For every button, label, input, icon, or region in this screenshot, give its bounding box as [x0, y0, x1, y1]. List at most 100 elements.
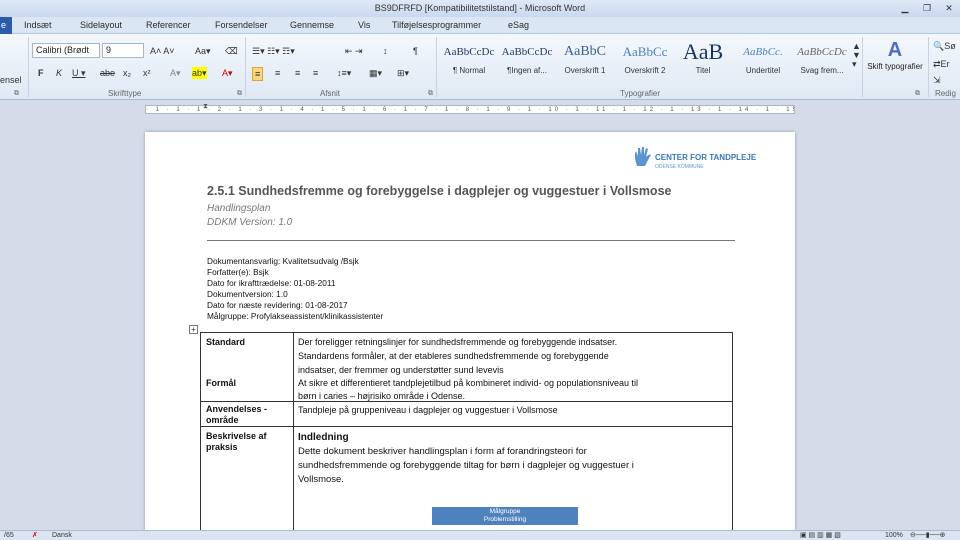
status-bar: /65 ✗ Dansk ▣ ▤ ▥ ▦ ▧ 100% ⊖──▮──⊕ — [0, 530, 960, 540]
line-spacing-icon[interactable]: ↕≡▾ — [337, 67, 351, 79]
view-buttons-icon[interactable]: ▣ ▤ ▥ ▦ ▧ — [800, 531, 841, 540]
clipboard-label[interactable]: ensel — [0, 74, 22, 86]
superscript-icon[interactable]: x² — [143, 67, 151, 79]
logo: CENTER FOR TANDPLEJE ODENSE KOMMUNE — [633, 146, 763, 176]
indledning-heading: Indledning — [298, 432, 349, 443]
meta-line: Dato for næste revidering: 01-08-2017 — [207, 300, 348, 310]
tab-forsendelser[interactable]: Forsendelser — [215, 19, 268, 32]
align-right-icon[interactable]: ≡ — [295, 67, 300, 79]
info-table: Standard Der foreligger retningslinjer f… — [200, 332, 733, 532]
style-preview: AaBbC — [564, 44, 606, 59]
language-indicator[interactable]: Dansk — [52, 531, 72, 540]
font-size-box[interactable]: 9 — [102, 43, 144, 58]
document-page[interactable]: CENTER FOR TANDPLEJE ODENSE KOMMUNE 2.5.… — [145, 132, 795, 532]
beskrivelse-label: Beskrivelse af — [206, 431, 267, 441]
formaal-text: At sikre et differentieret tandplejetilb… — [298, 378, 639, 388]
flow-box: Målgruppe Problemstilling — [432, 507, 578, 525]
logo-subtext: ODENSE KOMMUNE — [655, 164, 704, 170]
highlight-icon[interactable]: ab▾ — [192, 67, 207, 79]
document-title: 2.5.1 Sundhedsfremme og forebyggelse i d… — [207, 184, 672, 198]
style-label: Titel — [695, 66, 711, 75]
tab-referencer[interactable]: Referencer — [146, 19, 191, 32]
change-case-icon[interactable]: Aa▾ — [195, 45, 211, 57]
text-effects-icon[interactable]: A▾ — [170, 67, 181, 79]
font-color-icon[interactable]: A▾ — [222, 67, 233, 79]
logo-text: CENTER FOR TANDPLEJE — [655, 153, 757, 162]
horizontal-ruler[interactable]: · 1 · 1 · 1 · 2 · 1 · 3 · 1 · 4 · 1 · 5 … — [145, 105, 795, 114]
zoom-level[interactable]: 100% — [885, 531, 903, 540]
paragraph-launcher-icon[interactable]: ⧉ — [428, 90, 433, 98]
separator — [436, 37, 437, 97]
page-count[interactable]: /65 — [4, 531, 14, 540]
zoom-slider[interactable]: ⊖──▮──⊕ — [910, 531, 945, 540]
replace-label: Er — [940, 59, 950, 69]
tab-sidelayout[interactable]: Sidelayout — [80, 19, 122, 32]
sort-icon[interactable]: ↕ — [383, 45, 388, 57]
divider — [207, 240, 735, 241]
table-divider — [201, 401, 732, 402]
pilcrow-icon[interactable]: ¶ — [413, 45, 418, 57]
window-controls: ▁ ❐ ✕ — [894, 0, 960, 17]
bold-icon[interactable]: F — [38, 67, 44, 79]
style-heading-2[interactable]: AaBbCc Overskrift 2 — [616, 38, 674, 82]
style-title[interactable]: AaB Titel — [674, 38, 732, 82]
separator — [245, 37, 246, 97]
styles-scroll-icon[interactable]: ▲ ▼ ▾ — [852, 42, 861, 69]
style-normal[interactable]: AaBbCcDc ¶ Normal — [440, 38, 498, 82]
bullets-icon[interactable]: ☰▾ ☷▾ ☶▾ — [252, 45, 295, 57]
indent-marker-icon[interactable]: ⧗ — [203, 103, 208, 111]
find-label: Sø — [944, 41, 956, 51]
meta-line: Dokumentversion: 1.0 — [207, 289, 288, 299]
subscript-icon[interactable]: x₂ — [123, 67, 131, 79]
tab-vis[interactable]: Vis — [358, 19, 370, 32]
borders-icon[interactable]: ⊞▾ — [397, 67, 409, 79]
table-divider — [293, 333, 294, 531]
meta-line: Dato for ikrafttrædelse: 01-08-2011 — [207, 278, 336, 288]
standard-text: Standardens formåler, at der etableres s… — [298, 351, 609, 361]
style-label: ¶ Normal — [452, 66, 486, 75]
maximize-icon[interactable]: ❐ — [916, 0, 938, 17]
select-icon[interactable]: ⇲ — [933, 74, 941, 86]
ruler: · 1 · 1 · 1 · 2 · 1 · 3 · 1 · 4 · 1 · 5 … — [0, 101, 960, 118]
tab-file[interactable]: e — [0, 17, 12, 34]
strikethrough-icon[interactable]: abe — [100, 67, 115, 79]
style-label: Overskrift 1 — [564, 66, 606, 75]
separator — [928, 37, 929, 97]
style-preview: AaBbCcDc — [501, 46, 553, 58]
justify-icon[interactable]: ≡ — [313, 67, 318, 79]
font-name-box[interactable]: Calibri (Brødt — [32, 43, 100, 58]
beskrivelse-label: praksis — [206, 442, 238, 452]
indledning-text: sundhedsfremmende og forebyggende tiltag… — [298, 460, 634, 471]
underline-icon[interactable]: U ▾ — [72, 67, 86, 79]
change-styles-button[interactable]: A Skift typografier — [866, 38, 924, 71]
italic-icon[interactable]: K — [56, 67, 62, 79]
tab-tilfoejelsesprogrammer[interactable]: Tilføjelsesprogrammer — [392, 19, 481, 32]
tab-indsaet[interactable]: Indsæt — [24, 19, 52, 32]
styles-launcher-icon[interactable]: ⧉ — [915, 90, 920, 98]
standard-text: indsatser, der fremmer og understøtter s… — [298, 365, 504, 375]
replace-icon: ⇄ — [933, 59, 941, 69]
align-left-icon[interactable]: ≡ — [252, 67, 264, 81]
indent-icon[interactable]: ⇤ ⇥ — [345, 45, 363, 57]
anvendelse-label: Anvendelses - — [206, 404, 268, 414]
grow-font-icon[interactable]: A˄ A˅ — [150, 45, 175, 57]
close-icon[interactable]: ✕ — [938, 0, 960, 17]
tab-gennemse[interactable]: Gennemse — [290, 19, 334, 32]
find-icon: 🔍 — [933, 41, 945, 51]
align-center-icon[interactable]: ≡ — [275, 67, 280, 79]
style-subtitle[interactable]: AaBbCc. Undertitel — [734, 38, 792, 82]
find-button[interactable]: 🔍Sø — [933, 40, 956, 52]
meta-line: Målgruppe: Profylakseassistent/klinikass… — [207, 311, 384, 321]
clipboard-launcher-icon[interactable]: ⧉ — [14, 90, 19, 98]
replace-button[interactable]: ⇄Er — [933, 58, 950, 70]
shading-icon[interactable]: ▦▾ — [369, 67, 382, 79]
proofing-icon[interactable]: ✗ — [32, 531, 38, 540]
style-heading-1[interactable]: AaBbC Overskrift 1 — [556, 38, 614, 82]
minimize-icon[interactable]: ▁ — [894, 0, 916, 17]
tab-esag[interactable]: eSag — [508, 19, 529, 32]
font-launcher-icon[interactable]: ⧉ — [237, 90, 242, 98]
clear-format-icon[interactable]: ⌫ — [225, 45, 238, 57]
style-subtle-emphasis[interactable]: AaBbCcDc Svag frem... — [793, 38, 851, 82]
style-no-spacing[interactable]: AaBbCcDc ¶Ingen af... — [498, 38, 556, 82]
table-move-handle-icon[interactable]: + — [189, 325, 198, 334]
